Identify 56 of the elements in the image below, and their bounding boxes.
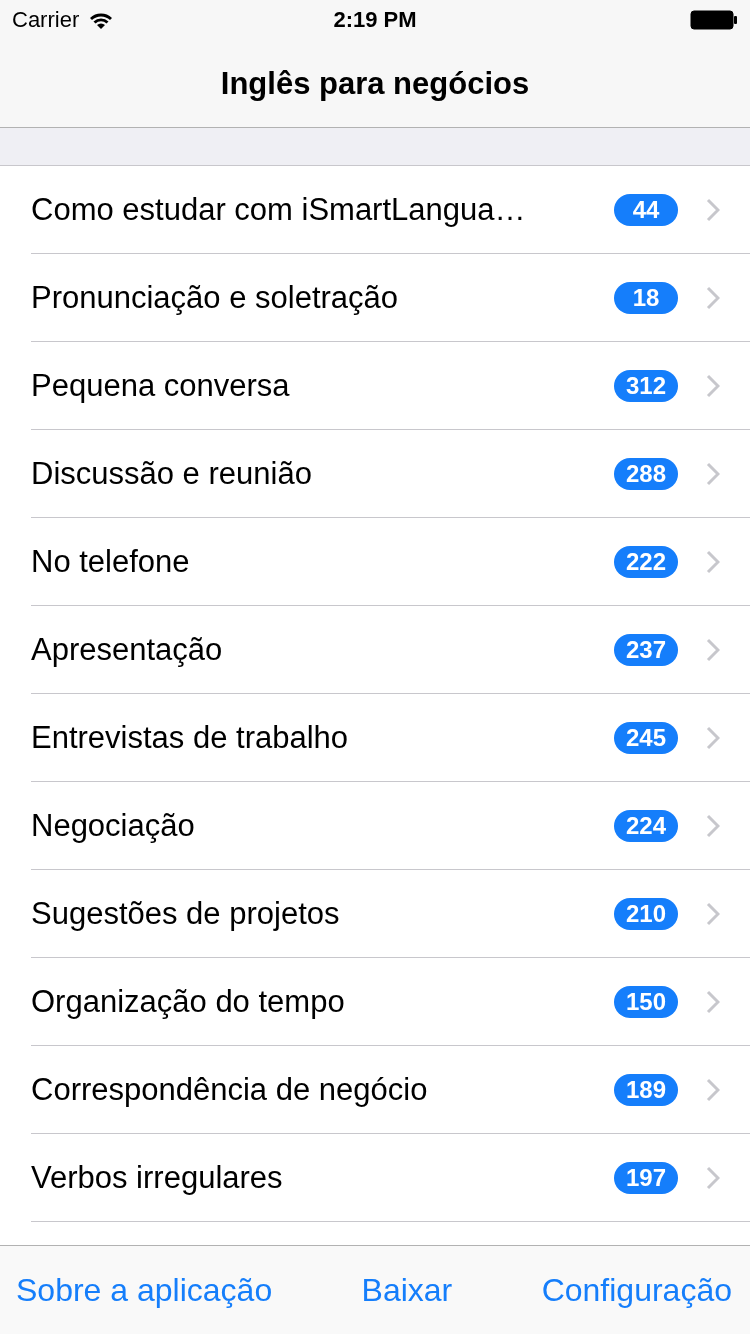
list-row[interactable]: Correspondência de negócio 189 [0, 1046, 750, 1134]
toolbar-button[interactable]: Sobre a aplicação [16, 1271, 273, 1309]
carrier-name: Carrier [12, 7, 80, 33]
row-label: Organização do tempo [31, 984, 346, 1020]
count-badge: 224 [613, 810, 678, 842]
chevron-icon [706, 814, 720, 838]
chevron-icon [706, 902, 720, 926]
row-label: No telefone [31, 544, 191, 580]
count-badge: 237 [613, 634, 678, 666]
toolbar-button[interactable]: Configuração [541, 1271, 732, 1309]
toolbar-button[interactable]: Baixar [361, 1271, 453, 1309]
row-label: Pequena conversa [31, 368, 291, 404]
list-row[interactable]: No telefone 222 [0, 518, 750, 606]
row-label: Pronunciação e soletração [31, 280, 400, 316]
count-badge: 150 [613, 986, 678, 1018]
row-label: Correspondência de negócio [31, 1072, 429, 1108]
list-row[interactable]: Como estudar com iSmartLangua… 44 [0, 166, 750, 254]
count-badge: 18 [614, 282, 678, 314]
chevron-icon [706, 1166, 720, 1190]
wifi-icon [89, 11, 114, 29]
row-label: Apresentação [31, 632, 224, 668]
chevron-icon [706, 638, 720, 662]
count-badge: 245 [613, 722, 678, 754]
chevron-icon [706, 990, 720, 1014]
count-badge: 189 [613, 1074, 678, 1106]
row-label: Como estudar com iSmartLangua… [31, 192, 527, 228]
count-badge: 197 [613, 1162, 678, 1194]
chevron-icon [706, 726, 720, 750]
list-row[interactable]: Sugestões de projetos 210 [0, 870, 750, 958]
row-label: Sugestões de projetos [31, 896, 341, 932]
nav-title: Inglês para negócios [220, 65, 530, 102]
row-label: Entrevistas de trabalho [31, 720, 350, 756]
count-badge: 288 [613, 458, 678, 490]
row-label: Negociação [31, 808, 196, 844]
chevron-icon [706, 286, 720, 310]
count-badge: 222 [613, 546, 678, 578]
count-badge: 210 [613, 898, 678, 930]
battery-icon [690, 10, 738, 30]
list-row[interactable]: Pequena conversa 312 [0, 342, 750, 430]
list-row[interactable]: Verbos irregulares 197 [0, 1134, 750, 1222]
status-time: 2:19 PM [333, 7, 417, 33]
list-row[interactable]: Entrevistas de trabalho 245 [0, 694, 750, 782]
list-row[interactable]: Organização do tempo 150 [0, 958, 750, 1046]
count-badge: 312 [613, 370, 678, 402]
list-row[interactable]: Apresentação 237 [0, 606, 750, 694]
chevron-icon [706, 1078, 720, 1102]
chevron-icon [706, 550, 720, 574]
chevron-icon [706, 462, 720, 486]
list-row[interactable]: Pronunciação e soletração 18 [0, 254, 750, 342]
count-badge: 44 [614, 194, 678, 226]
list-row[interactable]: Discussão e reunião 288 [0, 430, 750, 518]
row-label: Discussão e reunião [31, 456, 313, 492]
chevron-icon [706, 374, 720, 398]
list-row[interactable]: Negociação 224 [0, 782, 750, 870]
row-label: Verbos irregulares [31, 1160, 284, 1196]
chevron-icon [706, 198, 720, 222]
